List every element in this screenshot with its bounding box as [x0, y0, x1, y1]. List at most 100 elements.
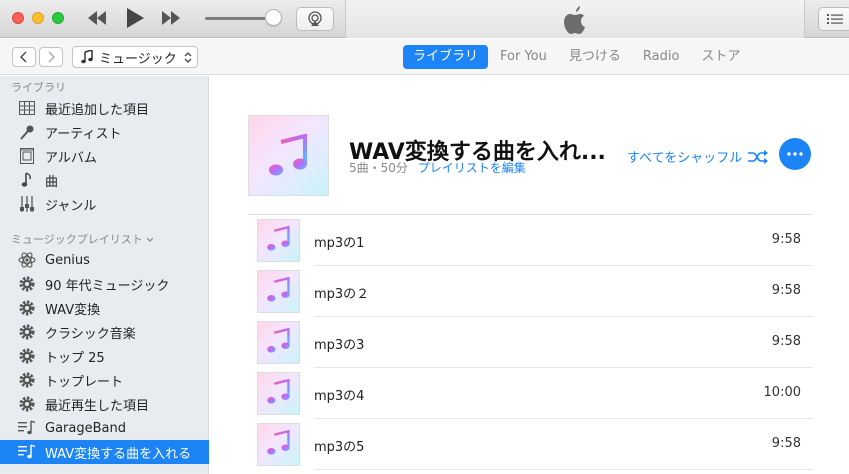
song-row[interactable]: mp3の3 9:58 [248, 317, 813, 368]
sidebar-item-albums[interactable]: アルバム [0, 144, 209, 168]
gear-icon [17, 395, 37, 413]
chevron-left-icon [20, 51, 27, 63]
sidebar-item-wav-songs-playlist[interactable]: WAV変換する曲を入れる [0, 440, 209, 464]
song-artwork [257, 423, 300, 466]
sidebar-item-wav-conversion[interactable]: WAV変換 [0, 296, 209, 320]
sidebar-item-90s-music[interactable]: 90 年代ミュージック [0, 272, 209, 296]
play-button[interactable] [124, 6, 146, 34]
rewind-icon [88, 11, 106, 25]
zoom-window-button[interactable] [52, 12, 64, 24]
sidebar-item-top-rated[interactable]: トップレート [0, 368, 209, 392]
gear-icon [17, 275, 37, 293]
forward-button[interactable] [39, 47, 63, 67]
grid-icon [17, 99, 37, 117]
microphone-icon [17, 123, 37, 141]
playlist-icon [17, 419, 37, 437]
song-row[interactable]: mp3の4 10:00 [248, 368, 813, 419]
sidebar-item-label: アルバム [45, 150, 97, 166]
song-row[interactable]: mp3の1 9:58 [248, 215, 813, 266]
gear-icon [17, 371, 37, 389]
genius-icon [17, 251, 37, 269]
song-title: mp3の4 [314, 389, 365, 404]
sidebar-item-genius[interactable]: Genius [0, 248, 209, 272]
song-title: mp3の3 [314, 338, 365, 353]
sidebar-item-label: WAV変換 [45, 302, 101, 318]
fast-forward-button[interactable] [160, 8, 182, 32]
fast-forward-icon [162, 11, 180, 25]
shuffle-icon [748, 149, 769, 164]
back-button[interactable] [12, 47, 36, 67]
playlists-header-label: ミュージックプレイリスト [11, 233, 143, 246]
music-note-icon [266, 378, 291, 409]
tab-for-you[interactable]: For You [490, 45, 557, 69]
sidebar-item-artists[interactable]: アーティスト [0, 120, 209, 144]
volume-knob[interactable] [265, 9, 282, 26]
sidebar-item-label: 最近再生した項目 [45, 398, 150, 414]
minimize-window-button[interactable] [32, 12, 44, 24]
album-icon [17, 147, 37, 165]
tab-bar: ライブラリ For You 見つける Radio ストア [403, 45, 752, 69]
playlist-artwork [248, 115, 329, 196]
playlist-view: WAV変換する曲を入れ... 5曲・50分 プレイリストを編集 すべてをシャッフ… [210, 76, 849, 474]
rewind-button[interactable] [86, 8, 108, 32]
up-next-button[interactable] [818, 7, 849, 31]
song-artwork [257, 270, 300, 313]
sidebar-item-recently-played[interactable]: 最近再生した項目 [0, 392, 209, 416]
edit-playlist-link[interactable]: プレイリストを編集 [418, 161, 526, 175]
sidebar-item-label: ジャンル [45, 198, 97, 214]
note-icon [17, 171, 37, 189]
more-options-button[interactable] [779, 138, 811, 170]
song-artwork [257, 219, 300, 262]
guitar-icon [17, 195, 37, 213]
sidebar-item-label: GarageBand [45, 420, 126, 436]
song-duration: 9:58 [771, 436, 801, 451]
music-note-icon [266, 429, 291, 460]
airplay-button[interactable] [296, 7, 334, 31]
sidebar-item-label: トップレート [45, 374, 124, 390]
sidebar-item-classical[interactable]: クラシック音楽 [0, 320, 209, 344]
song-duration: 9:58 [771, 232, 801, 247]
tab-store[interactable]: ストア [691, 45, 750, 69]
sidebar-item-label: クラシック音楽 [45, 326, 136, 342]
playlist-icon [17, 443, 37, 461]
playlists-section-header[interactable]: ミュージックプレイリスト [11, 231, 154, 247]
gear-icon [17, 323, 37, 341]
shuffle-all-button[interactable]: すべてをシャッフル [627, 147, 769, 166]
tab-radio[interactable]: Radio [633, 45, 690, 69]
tab-browse[interactable]: 見つける [559, 45, 631, 69]
music-note-icon [81, 50, 93, 64]
music-note-icon [268, 133, 307, 175]
gear-icon [17, 299, 37, 317]
play-icon [127, 8, 144, 28]
player-toolbar [0, 0, 849, 38]
song-duration: 9:58 [771, 334, 801, 349]
media-type-label: ミュージック [99, 51, 177, 67]
sidebar-item-genres[interactable]: ジャンル [0, 192, 209, 216]
updown-chevron-icon [184, 52, 192, 63]
airplay-icon [308, 11, 322, 26]
song-duration: 10:00 [763, 385, 801, 400]
song-row[interactable]: mp3の5 9:58 [248, 419, 813, 470]
music-note-icon [266, 327, 291, 358]
sidebar-item-songs[interactable]: 曲 [0, 168, 209, 192]
song-title: mp3の5 [314, 440, 365, 455]
song-row[interactable]: mp3の２ 9:58 [248, 266, 813, 317]
sidebar-item-top-25[interactable]: トップ 25 [0, 344, 209, 368]
gear-icon [17, 347, 37, 365]
song-title: mp3の２ [314, 287, 370, 302]
sidebar-item-garageband[interactable]: GarageBand [0, 416, 209, 440]
navigation-bar: ミュージック ライブラリ For You 見つける Radio ストア [0, 39, 849, 75]
playlist-meta: 5曲・50分 プレイリストを編集 [349, 159, 526, 176]
chevron-down-icon [146, 237, 154, 242]
ellipsis-icon [787, 152, 803, 156]
sidebar-item-label: WAV変換する曲を入れる [45, 446, 192, 462]
sidebar-item-label: 90 年代ミュージック [45, 278, 170, 294]
media-type-select[interactable]: ミュージック [72, 46, 198, 68]
sidebar-item-recently-added[interactable]: 最近追加した項目 [0, 96, 209, 120]
close-window-button[interactable] [12, 12, 24, 24]
apple-icon [561, 5, 589, 39]
tab-library[interactable]: ライブラリ [403, 45, 489, 69]
sidebar: ライブラリ 最近追加した項目 アーティスト アルバム 曲 ジャンル ミュージック… [0, 76, 209, 474]
song-duration: 9:58 [771, 283, 801, 298]
shuffle-all-label: すべてをシャッフル [627, 151, 743, 166]
